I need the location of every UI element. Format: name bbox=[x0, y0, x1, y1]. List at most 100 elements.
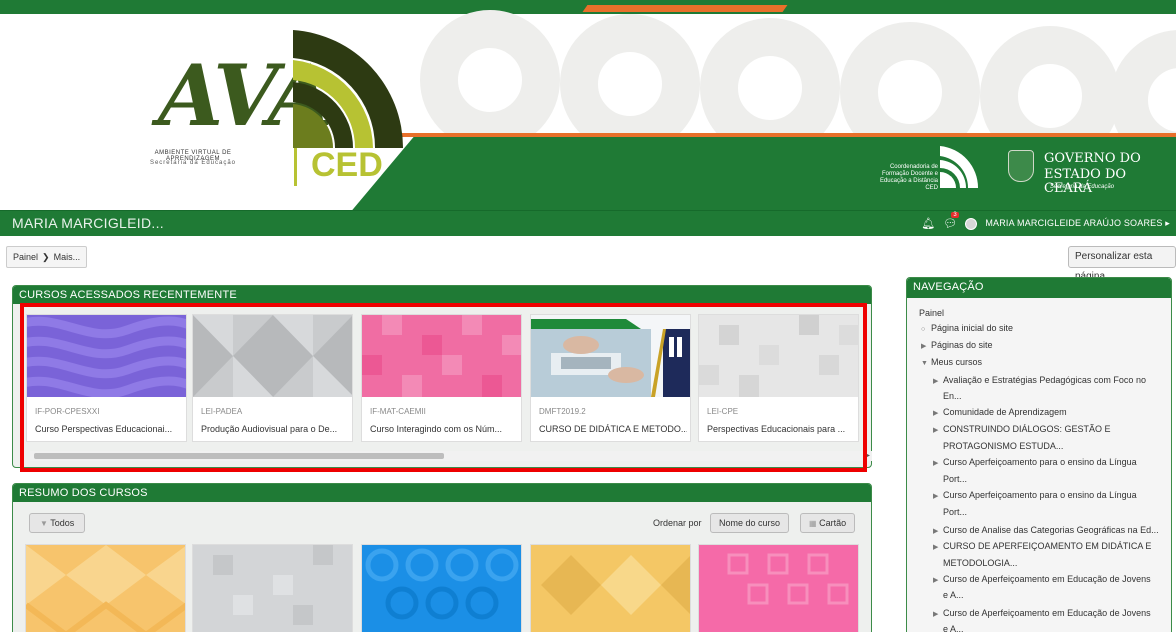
customize-page-button[interactable]: Personalizar esta página bbox=[1068, 246, 1176, 282]
course-overview-title: RESUMO DOS CURSOS bbox=[13, 484, 871, 502]
message-count-badge: 3 bbox=[951, 212, 959, 218]
sort-label: Ordenar por bbox=[653, 518, 702, 528]
caret-right-icon: ▸ bbox=[1165, 218, 1170, 228]
filter-dropdown[interactable]: ▼ Todos bbox=[29, 513, 86, 533]
nav-item[interactable]: ▶ Comunidade de Aprendizagem bbox=[933, 407, 1067, 417]
breadcrumb: Painel ❯ Mais... bbox=[6, 246, 88, 268]
nav-item-label: Curso de Aperfeiçoamento em Educação de … bbox=[943, 574, 1151, 584]
course-shortname: IF-POR-CPESXXI bbox=[35, 407, 100, 416]
ced-logo: CED bbox=[294, 146, 383, 186]
coordenadoria-logo: Coordenadoria de Formação Docente e Educ… bbox=[868, 142, 978, 192]
course-image bbox=[531, 315, 690, 397]
view-mode-label: Cartão bbox=[819, 518, 847, 528]
course-overview-toolbar: ▼ Todos Ordenar por Nome do curso ▦ Cart… bbox=[13, 510, 871, 534]
message-icon[interactable]: 💬︎ 3 bbox=[943, 212, 959, 230]
course-card[interactable]: LEI-PADEA Produção Audiovisual para o De… bbox=[192, 314, 353, 442]
course-card[interactable] bbox=[698, 544, 859, 632]
ava-logo[interactable]: AVA AMBIENTE VIRTUAL DE APRENDIZAGEM Sec… bbox=[128, 30, 408, 190]
view-mode-dropdown[interactable]: ▦ Cartão bbox=[800, 513, 856, 533]
filter-icon: ▼ bbox=[40, 519, 48, 528]
nav-item[interactable]: ▶ Curso de Aperfeiçoamento em Educação de… bbox=[933, 574, 1151, 584]
nav-item-label: Curso de Analise das Categorias Geográfi… bbox=[943, 525, 1159, 535]
ceara-crest-icon bbox=[1008, 150, 1034, 182]
gov-title-2: ESTADO DO CEARÁ bbox=[1044, 167, 1127, 196]
gov-title-1: GOVERNO DO bbox=[1044, 151, 1141, 166]
navigation-block: NAVEGAÇÃO Painel ○ Página inicial do site ▶… bbox=[906, 277, 1172, 632]
nav-item: Port... bbox=[933, 474, 967, 484]
nav-item[interactable]: ▼ Meus cursos bbox=[921, 357, 982, 367]
user-menu[interactable]: MARIA MARCIGLEIDE ARAÚJO SOARES ▸ bbox=[985, 218, 1170, 229]
avatar[interactable] bbox=[965, 217, 978, 230]
course-name[interactable]: Perspectivas Educacionais para ... bbox=[707, 424, 855, 434]
nav-item-label: Port... bbox=[943, 474, 968, 484]
nav-item[interactable]: ▶ CURSO DE APERFEIÇOAMENTO EM DIDÁTICA E bbox=[933, 541, 1151, 551]
course-card[interactable]: LEI-CPE Perspectivas Educacionais para .… bbox=[698, 314, 859, 442]
nav-item-label: Curso de Aperfeiçoamento em Educação de … bbox=[943, 608, 1151, 618]
coord-line: Formação Docente e bbox=[881, 171, 938, 177]
breadcrumb-painel[interactable]: Painel bbox=[13, 252, 38, 262]
course-image bbox=[531, 545, 690, 632]
scroll-right-arrow-icon[interactable]: ▶ bbox=[865, 452, 870, 459]
coord-line: Educação a Distância bbox=[879, 178, 938, 184]
nav-item-label: Páginas do site bbox=[931, 340, 993, 350]
course-card[interactable] bbox=[361, 544, 522, 632]
nav-item: Port... bbox=[933, 507, 967, 517]
course-shortname: LEI-CPE bbox=[707, 407, 739, 416]
nav-item[interactable]: ○ Página inicial do site bbox=[921, 323, 1013, 333]
nav-item[interactable]: ▶ Curso de Aperfeiçoamento em Educação de… bbox=[933, 608, 1151, 618]
nav-item-label: Port... bbox=[943, 507, 968, 517]
navigation-title: NAVEGAÇÃO bbox=[907, 278, 1171, 298]
nav-item-label: En... bbox=[943, 391, 962, 401]
nav-item: PROTAGONISMO ESTUDA... bbox=[933, 441, 1063, 451]
nav-item-label: Avaliação e Estratégias Pedagógicas com … bbox=[943, 375, 1146, 385]
course-card[interactable]: IF-MAT-CAEMII Curso Interagindo com os N… bbox=[361, 314, 522, 442]
nav-item[interactable]: ▶ Curso Aperfeiçoamento para o ensino da … bbox=[933, 490, 1137, 500]
breadcrumb-mais[interactable]: Mais... bbox=[54, 252, 81, 262]
page: AVA AMBIENTE VIRTUAL DE APRENDIZAGEM Sec… bbox=[0, 0, 1176, 632]
course-image bbox=[193, 545, 352, 632]
nav-item-label: PROTAGONISMO ESTUDA... bbox=[943, 441, 1064, 451]
course-card[interactable] bbox=[192, 544, 353, 632]
ced-logo-text: CED bbox=[311, 146, 383, 184]
site-user-short[interactable]: MARIA MARCIGLEID... bbox=[12, 215, 164, 231]
course-name[interactable]: CURSO DE DIDÁTICA E METODO... bbox=[539, 424, 687, 434]
nav-item: Painel bbox=[919, 308, 944, 318]
coord-line: Coordenadoria de bbox=[889, 164, 938, 170]
caret-right-icon: ▶ bbox=[933, 378, 939, 385]
user-full-name: MARIA MARCIGLEIDE ARAÚJO SOARES bbox=[985, 218, 1163, 228]
nav-item-label: CONSTRUINDO DIÁLOGOS: GESTÃO E bbox=[943, 424, 1111, 434]
recent-courses-block: CURSOS ACESSADOS RECENTEMENTE IF-POR-CPE… bbox=[12, 285, 872, 468]
bell-icon[interactable]: 🔔︎ bbox=[921, 217, 935, 230]
nav-item: e A... bbox=[933, 624, 964, 632]
course-image bbox=[27, 315, 186, 397]
nav-item-label: Comunidade de Aprendizagem bbox=[943, 407, 1067, 417]
caret-right-icon: ▶ bbox=[933, 611, 939, 618]
course-card[interactable] bbox=[530, 544, 691, 632]
horizontal-scrollbar[interactable]: ▶ bbox=[30, 451, 872, 461]
chevron-right-icon: ❯ bbox=[42, 251, 50, 262]
course-card[interactable] bbox=[25, 544, 186, 632]
sort-dropdown[interactable]: Nome do curso bbox=[710, 513, 790, 533]
nav-item: En... bbox=[933, 391, 962, 401]
coord-line: CED bbox=[925, 185, 938, 191]
nav-item[interactable]: ▶ Curso Aperfeiçoamento para o ensino da … bbox=[933, 457, 1137, 467]
scrollbar-thumb[interactable] bbox=[34, 453, 444, 459]
nav-item[interactable]: ▶ CONSTRUINDO DIÁLOGOS: GESTÃO E bbox=[933, 424, 1111, 434]
nav-item[interactable]: ▶ Avaliação e Estratégias Pedagógicas com… bbox=[933, 375, 1146, 385]
caret-right-icon: ▶ bbox=[933, 410, 939, 417]
course-name[interactable]: Curso Interagindo com os Núm... bbox=[370, 424, 518, 434]
course-card[interactable]: IF-POR-CPESXXI Curso Perspectivas Educac… bbox=[26, 314, 187, 442]
caret-down-icon: ▼ bbox=[921, 360, 928, 367]
gov-subtitle: Secretaria da Educação bbox=[1050, 184, 1115, 190]
nav-item-label: e A... bbox=[943, 590, 964, 600]
nav-item[interactable]: ▶ Curso de Analise das Categorias Geográf… bbox=[933, 525, 1159, 535]
decorative-arc bbox=[420, 10, 560, 150]
course-name[interactable]: Produção Audiovisual para o De... bbox=[201, 424, 349, 434]
nav-item-label: Curso Aperfeiçoamento para o ensino da L… bbox=[943, 490, 1137, 500]
coordenadoria-text: Coordenadoria de Formação Docente e Educ… bbox=[868, 164, 938, 192]
course-image bbox=[699, 545, 858, 632]
top-navbar: MARIA MARCIGLEID... 🔔︎ 💬︎ 3 MARIA MARCIGL… bbox=[0, 210, 1176, 236]
nav-item[interactable]: ▶ Páginas do site bbox=[921, 340, 993, 350]
course-card[interactable]: DMFT2019.2 CURSO DE DIDÁTICA E METODO... bbox=[530, 314, 691, 442]
course-name[interactable]: Curso Perspectivas Educacionai... bbox=[35, 424, 183, 434]
